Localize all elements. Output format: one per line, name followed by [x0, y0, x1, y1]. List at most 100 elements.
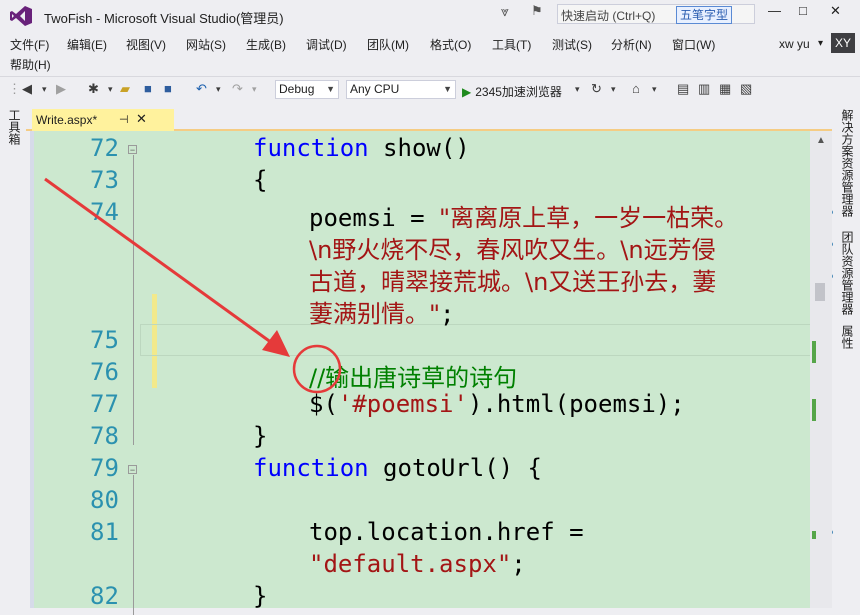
- user-avatar[interactable]: XY: [831, 33, 855, 53]
- open-icon[interactable]: ▰: [120, 81, 130, 97]
- refresh-dropdown-icon[interactable]: ▾: [611, 84, 616, 95]
- function-signature: gotoUrl() {: [368, 454, 542, 482]
- chevron-down-icon: ▼: [326, 84, 335, 94]
- scroll-marker: [812, 341, 816, 363]
- change-tracking-bar: [152, 356, 157, 388]
- run-target-label: 2345加速浏览器: [475, 85, 562, 99]
- redo-dropdown-icon[interactable]: ▾: [252, 84, 257, 95]
- string-literal: "离离原上草，一岁一枯荣。: [439, 204, 739, 232]
- user-dropdown-icon[interactable]: ▾: [818, 38, 823, 49]
- current-line-highlight: [140, 324, 812, 356]
- code-line-77: $('#poemsi').html(poemsi);: [309, 390, 685, 418]
- team-explorer-tab[interactable]: 团队资源管理器: [839, 231, 856, 315]
- scroll-up-icon[interactable]: ▲: [816, 135, 826, 146]
- page-icon[interactable]: ▤: [677, 81, 689, 97]
- solution-config-select[interactable]: Debug ▼: [275, 80, 339, 99]
- browser-link-icon[interactable]: ⌂: [632, 81, 640, 96]
- uncomment-icon[interactable]: ▦: [719, 81, 731, 97]
- save-icon[interactable]: ■: [144, 81, 152, 96]
- forward-icon[interactable]: ▶: [56, 81, 66, 97]
- notification-filter-icon[interactable]: ⩔: [501, 3, 509, 20]
- platform-select[interactable]: Any CPU ▼: [346, 80, 456, 99]
- line-number: 76: [90, 358, 119, 386]
- method-call: ).html(poemsi);: [467, 390, 685, 418]
- semicolon: ;: [511, 550, 526, 578]
- platform-value: Any CPU: [350, 82, 400, 96]
- user-name[interactable]: xw yu: [779, 37, 810, 51]
- menu-website[interactable]: 网站(S): [186, 36, 226, 53]
- save-all-icon[interactable]: ■: [164, 81, 172, 96]
- keyword: function: [253, 134, 369, 162]
- string-literal: '#poemsi': [337, 390, 468, 418]
- maximize-button[interactable]: □: [799, 3, 807, 18]
- visual-studio-logo-icon: [10, 6, 32, 26]
- comment-icon[interactable]: ▥: [698, 81, 710, 97]
- document-tab-strip: Write.aspx* ⊣ ✕: [26, 103, 832, 131]
- indent-icon[interactable]: ▧: [740, 81, 752, 97]
- jquery-call: $(: [309, 390, 338, 418]
- code-line-78: }: [253, 422, 268, 450]
- quick-launch-placeholder: 快速启动 (Ctrl+Q): [561, 9, 656, 23]
- code-line-72: function show(): [253, 134, 470, 162]
- tab-write-aspx[interactable]: Write.aspx* ⊣ ✕: [32, 109, 174, 131]
- menu-edit[interactable]: 编辑(E): [67, 36, 107, 53]
- new-dropdown-icon[interactable]: ▾: [108, 84, 113, 95]
- ime-indicator: 五笔字型: [676, 6, 733, 24]
- line-number: 73: [90, 166, 119, 194]
- code-line-74-wrap-2: 古道，晴翠接荒城。\n又送王孙去，萋: [309, 268, 717, 296]
- menu-test[interactable]: 测试(S): [552, 36, 592, 53]
- browser-link-dropdown-icon[interactable]: ▾: [652, 84, 657, 95]
- code-editor[interactable]: − − 72 73 74 75 76 77 78 79 80 81 82 fun…: [30, 131, 833, 615]
- chevron-down-icon: ▼: [443, 84, 452, 94]
- line-number: 77: [90, 390, 119, 418]
- close-tab-icon[interactable]: ✕: [136, 111, 147, 127]
- start-debug-button[interactable]: ▶ 2345加速浏览器: [462, 83, 562, 100]
- menu-build[interactable]: 生成(B): [246, 36, 286, 53]
- undo-icon[interactable]: ↶: [196, 81, 207, 97]
- properties-tab[interactable]: 属性: [839, 325, 856, 349]
- menu-file[interactable]: 文件(F): [10, 36, 49, 53]
- semicolon: ;: [440, 300, 455, 328]
- code-line-73: {: [253, 166, 268, 194]
- code-line-79: function gotoUrl() {: [253, 454, 542, 482]
- code-line-76-comment: //输出唐诗草的诗句: [309, 364, 518, 392]
- menu-tools[interactable]: 工具(T): [492, 36, 531, 53]
- code-line-74-wrap-3: 萋满别情。";: [309, 294, 455, 329]
- scrollbar-thumb[interactable]: [815, 283, 825, 301]
- new-project-icon[interactable]: ✱: [88, 81, 99, 97]
- menu-help[interactable]: 帮助(H): [10, 56, 51, 73]
- menu-format[interactable]: 格式(O): [430, 36, 471, 53]
- menu-team[interactable]: 团队(M): [367, 36, 409, 53]
- back-icon[interactable]: ◀: [22, 81, 32, 97]
- refresh-icon[interactable]: ↻: [591, 81, 602, 97]
- pin-icon[interactable]: ⊣: [119, 113, 129, 126]
- quick-launch-input[interactable]: 快速启动 (Ctrl+Q) 五笔字型: [557, 4, 755, 24]
- toolbar-grip-icon: ⋮: [8, 81, 21, 96]
- menu-analyze[interactable]: 分析(N): [611, 36, 652, 53]
- code-line-82: }: [253, 582, 268, 610]
- undo-dropdown-icon[interactable]: ▾: [216, 84, 221, 95]
- vertical-scrollbar[interactable]: ▲: [810, 131, 832, 608]
- minimize-button[interactable]: —: [768, 3, 781, 18]
- play-icon: ▶: [462, 85, 472, 99]
- menu-bar: 文件(F) 编辑(E) 视图(V) 网站(S) 生成(B) 调试(D) 团队(M…: [0, 32, 860, 76]
- line-number: 79: [90, 454, 119, 482]
- window-title: TwoFish - Microsoft Visual Studio(管理员): [44, 11, 284, 26]
- close-button[interactable]: ✕: [830, 3, 841, 19]
- menu-window[interactable]: 窗口(W): [672, 36, 715, 53]
- run-dropdown-icon[interactable]: ▾: [575, 84, 580, 95]
- code-line-74-wrap-1: \n野火烧不尽，春风吹又生。\n远芳侵: [309, 236, 716, 264]
- menu-debug[interactable]: 调试(D): [306, 36, 347, 53]
- redo-icon[interactable]: ↷: [232, 81, 243, 97]
- scroll-marker: [812, 531, 816, 539]
- title-bar: TwoFish - Microsoft Visual Studio(管理员) ⩔…: [0, 0, 860, 32]
- solution-explorer-tab[interactable]: 解决方案资源管理器: [839, 109, 856, 217]
- code-line-81-wrap: "default.aspx";: [309, 550, 526, 578]
- function-signature: show(): [368, 134, 470, 162]
- line-number: 81: [90, 518, 119, 546]
- back-dropdown-icon[interactable]: ▾: [42, 84, 47, 95]
- toolbox-tab[interactable]: 工具箱: [6, 109, 23, 145]
- keyword: function: [253, 454, 369, 482]
- menu-view[interactable]: 视图(V): [126, 36, 166, 53]
- feedback-icon[interactable]: ⚑: [531, 3, 543, 19]
